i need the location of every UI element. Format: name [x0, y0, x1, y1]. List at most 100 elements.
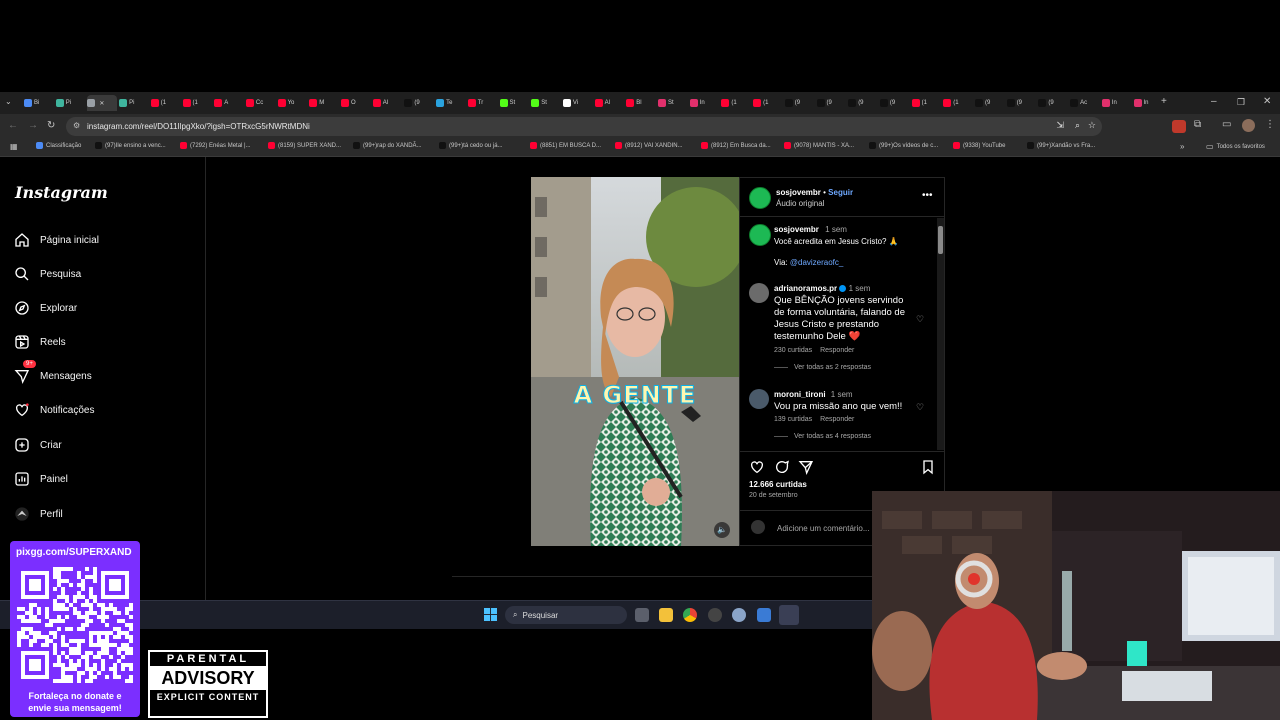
- sidebar-item-reels[interactable]: Reels: [14, 334, 66, 350]
- zoom-icon[interactable]: ⌕: [1075, 120, 1080, 131]
- browser-tab[interactable]: (9: [1006, 95, 1037, 111]
- bookmark-item[interactable]: (7292) Enéas Metal |...: [180, 142, 251, 149]
- comment-avatar[interactable]: [749, 283, 769, 303]
- browser-tab[interactable]: Cc: [245, 95, 276, 111]
- profile-avatar[interactable]: [1242, 119, 1255, 132]
- browser-tab[interactable]: (9: [404, 95, 434, 111]
- more-options-icon[interactable]: •••: [922, 190, 933, 201]
- back-icon[interactable]: ←: [8, 121, 18, 131]
- maximize-icon[interactable]: ❐: [1237, 97, 1245, 107]
- browser-tab[interactable]: Vi: [562, 95, 593, 111]
- browser-tab[interactable]: (1: [943, 95, 973, 111]
- like-heart-icon[interactable]: [749, 459, 765, 475]
- view-replies[interactable]: Ver todas as 4 respostas: [774, 433, 914, 440]
- bookmark-item[interactable]: (8912) Em Busca da...: [701, 142, 771, 149]
- sidebar-item-profile[interactable]: Perfil: [14, 506, 63, 522]
- browser-tab[interactable]: Al: [594, 95, 625, 111]
- extension-red-icon[interactable]: [1172, 120, 1186, 133]
- comment-bubble-icon[interactable]: [774, 459, 790, 475]
- caption-avatar[interactable]: [749, 224, 771, 246]
- browser-tab[interactable]: (1: [150, 95, 181, 111]
- browser-tab[interactable]: Pi: [55, 95, 86, 111]
- all-bookmarks[interactable]: ▭ Todos os favoritos: [1206, 142, 1265, 151]
- bookmark-item[interactable]: (8851) EM BUSCA D...: [530, 142, 601, 149]
- comment-like-icon[interactable]: ♡: [916, 402, 924, 413]
- browser-tab[interactable]: Yo: [277, 95, 308, 111]
- browser-tab[interactable]: Bi: [24, 95, 54, 111]
- browser-tab[interactable]: (9: [975, 95, 1005, 111]
- save-bookmark-icon[interactable]: [920, 459, 936, 475]
- forward-icon[interactable]: →: [28, 121, 38, 131]
- address-bar[interactable]: ⚙ instagram.com/reel/DO11IlpgXko/?igsh=O…: [66, 117, 1102, 136]
- share-icon[interactable]: [798, 459, 814, 475]
- audio-label[interactable]: Áudio original: [776, 199, 824, 208]
- browser-tab[interactable]: In: [689, 95, 720, 111]
- close-tab-icon[interactable]: ✕: [99, 100, 104, 107]
- windows-start-icon[interactable]: [484, 608, 497, 621]
- browser-tab[interactable]: St: [658, 95, 688, 111]
- browser-tab[interactable]: (1: [911, 95, 942, 111]
- browser-tab[interactable]: Al: [372, 95, 403, 111]
- sidebar-item-messages[interactable]: 9+ Mensagens: [14, 360, 92, 384]
- browser-tab[interactable]: (9: [816, 95, 847, 111]
- sidebar-item-notifications[interactable]: Notificações: [14, 402, 94, 418]
- steam-icon[interactable]: [779, 605, 799, 625]
- browser-tab[interactable]: In: [1101, 95, 1132, 111]
- browser-tab[interactable]: (9: [879, 95, 910, 111]
- browser-tab[interactable]: (9: [848, 95, 878, 111]
- bookmark-item[interactable]: (8912) VAI XANDIN...: [615, 142, 683, 149]
- browser-tab[interactable]: St: [531, 95, 561, 111]
- comment-like-icon[interactable]: ♡: [916, 314, 924, 325]
- sidebar-item-dashboard[interactable]: Painel: [14, 471, 68, 487]
- reply-button[interactable]: Responder: [820, 347, 854, 354]
- caption-username[interactable]: sosjovembr: [774, 225, 819, 234]
- reload-icon[interactable]: ↻: [47, 121, 55, 131]
- add-comment-input[interactable]: Adicione um comentário...: [777, 524, 870, 533]
- comment-avatar[interactable]: [749, 389, 769, 409]
- browser-tab[interactable]: (9: [784, 95, 815, 111]
- comment-username[interactable]: adrianoramos.pr: [774, 284, 837, 293]
- sidebar-item-explore[interactable]: Explorar: [14, 300, 77, 316]
- bookmark-item[interactable]: (99+)rap do XANDÃ...: [353, 142, 422, 149]
- extensions-icon[interactable]: ⧉: [1194, 120, 1201, 130]
- browser-tab[interactable]: In: [1133, 95, 1164, 111]
- author-username[interactable]: sosjovembr: [776, 188, 821, 197]
- browser-tab[interactable]: (9: [1038, 95, 1068, 111]
- sidepanel-icon[interactable]: ▭: [1222, 120, 1231, 130]
- browser-tab[interactable]: (1: [721, 95, 751, 111]
- menu-kebab-icon[interactable]: ⋮: [1265, 120, 1275, 130]
- apps-grid-icon[interactable]: ▦: [10, 142, 18, 152]
- minimize-icon[interactable]: –: [1211, 97, 1217, 107]
- scrollbar-thumb[interactable]: [938, 226, 943, 254]
- bookmark-item[interactable]: (99+)tá cedo ou já...: [439, 142, 503, 149]
- sidebar-item-search[interactable]: Pesquisa: [14, 266, 81, 282]
- comment-username[interactable]: moroni_tironi: [774, 390, 826, 399]
- file-explorer-icon[interactable]: [659, 608, 673, 622]
- app-icon[interactable]: [708, 608, 722, 622]
- browser-tab[interactable]: Ac: [1070, 95, 1100, 111]
- author-avatar[interactable]: [749, 187, 771, 209]
- follow-button[interactable]: Seguir: [828, 188, 853, 197]
- browser-tab[interactable]: Te: [436, 95, 466, 111]
- sidebar-item-create[interactable]: Criar: [14, 437, 62, 453]
- instagram-logo[interactable]: Instagram: [15, 183, 108, 202]
- bookmark-item[interactable]: (99+)Xandão vs Fra...: [1027, 142, 1095, 149]
- bookmark-item[interactable]: (97)Ile ensino a venc...: [95, 142, 166, 149]
- browser-tab[interactable]: M: [309, 95, 339, 111]
- likes-count[interactable]: 12.666 curtidas: [749, 480, 807, 489]
- view-replies[interactable]: Ver todas as 2 respostas: [774, 364, 914, 371]
- browser-tab[interactable]: ✕: [87, 95, 118, 111]
- comment-likes[interactable]: 139 curtidas: [774, 416, 812, 423]
- settings-icon[interactable]: [732, 608, 746, 622]
- browser-tab[interactable]: (1: [753, 95, 783, 111]
- site-info-icon[interactable]: ⚙: [73, 121, 80, 130]
- close-window-icon[interactable]: ✕: [1263, 97, 1271, 107]
- task-view-icon[interactable]: [635, 608, 649, 622]
- caption-via-handle[interactable]: @davizeraofc_: [790, 258, 843, 267]
- tab-search-icon[interactable]: ⌄: [5, 97, 12, 107]
- bookmark-item[interactable]: Classificação: [36, 142, 81, 149]
- bookmark-item[interactable]: (8159) SUPER XAND...: [268, 142, 341, 149]
- chrome-icon[interactable]: [683, 608, 697, 622]
- browser-tab[interactable]: St: [499, 95, 530, 111]
- comment-likes[interactable]: 230 curtidas: [774, 347, 812, 354]
